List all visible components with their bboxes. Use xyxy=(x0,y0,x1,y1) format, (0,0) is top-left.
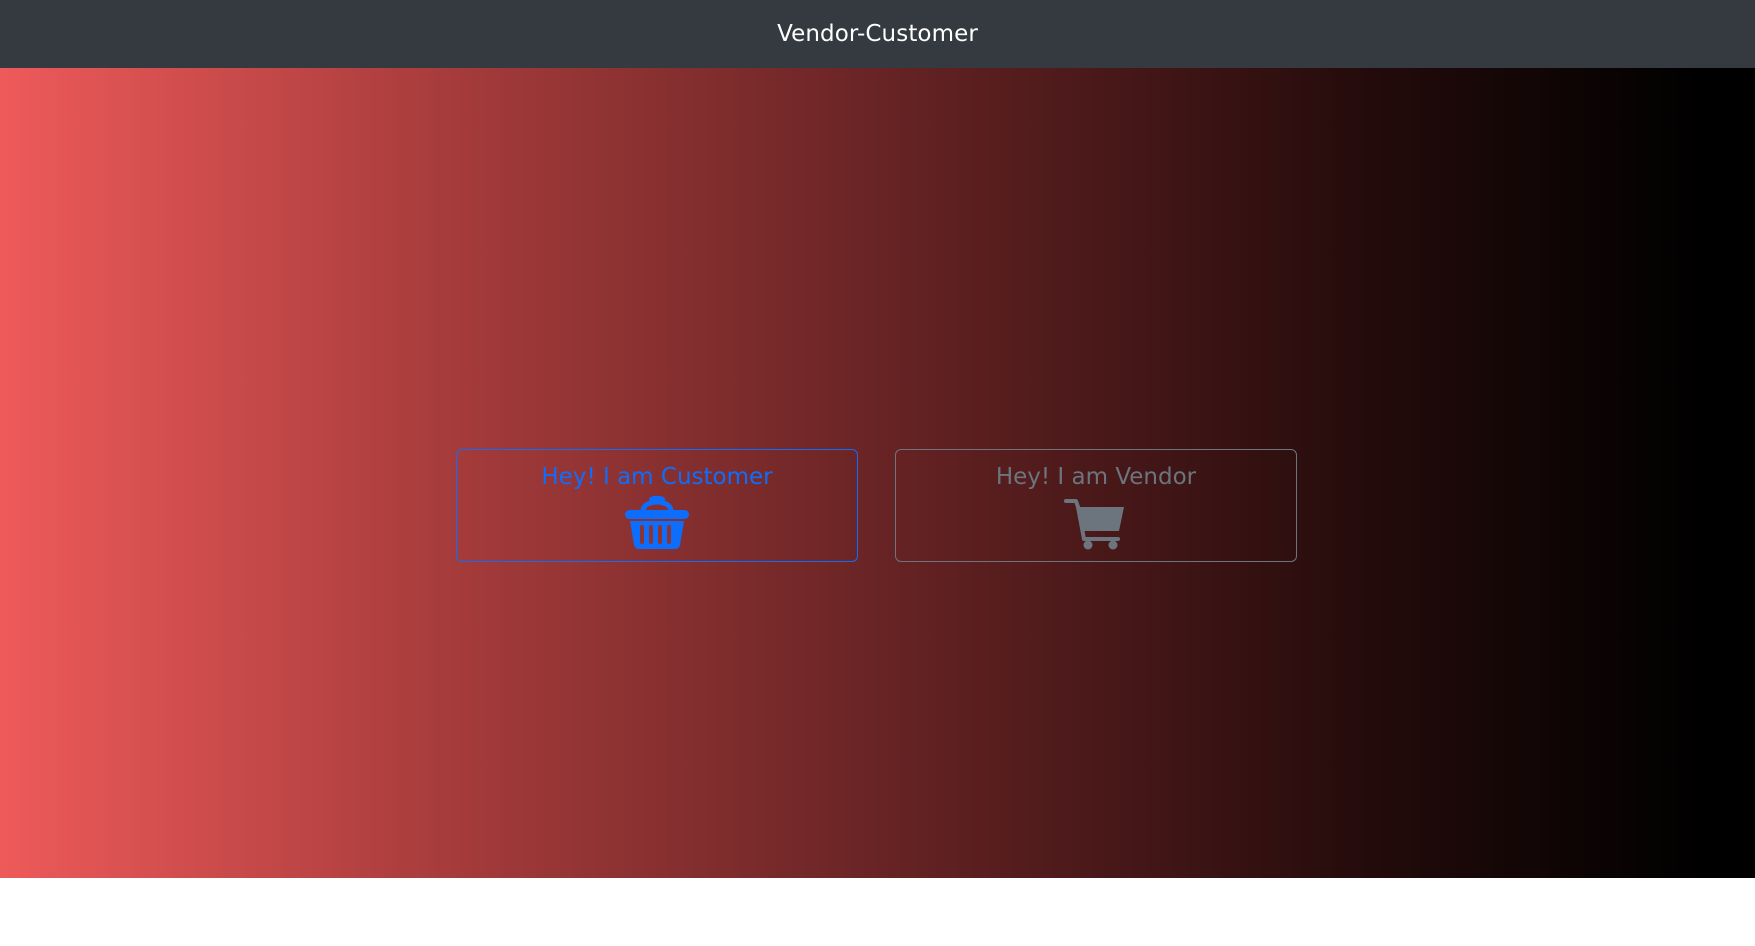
customer-button[interactable]: Hey! I am Customer xyxy=(456,449,858,562)
cart-icon xyxy=(1064,499,1124,550)
vendor-button[interactable]: Hey! I am Vendor xyxy=(895,449,1297,562)
vendor-button-label: Hey! I am Vendor xyxy=(995,464,1197,490)
hero-section: Hey! I am Customer Hey! I am Vendor xyxy=(0,68,1755,878)
top-navbar: Vendor-Customer xyxy=(0,0,1755,68)
navbar-brand[interactable]: Vendor-Customer xyxy=(777,21,978,47)
customer-button-label: Hey! I am Customer xyxy=(541,464,773,490)
page-bottom-area xyxy=(0,878,1755,946)
basket-icon xyxy=(625,495,689,549)
